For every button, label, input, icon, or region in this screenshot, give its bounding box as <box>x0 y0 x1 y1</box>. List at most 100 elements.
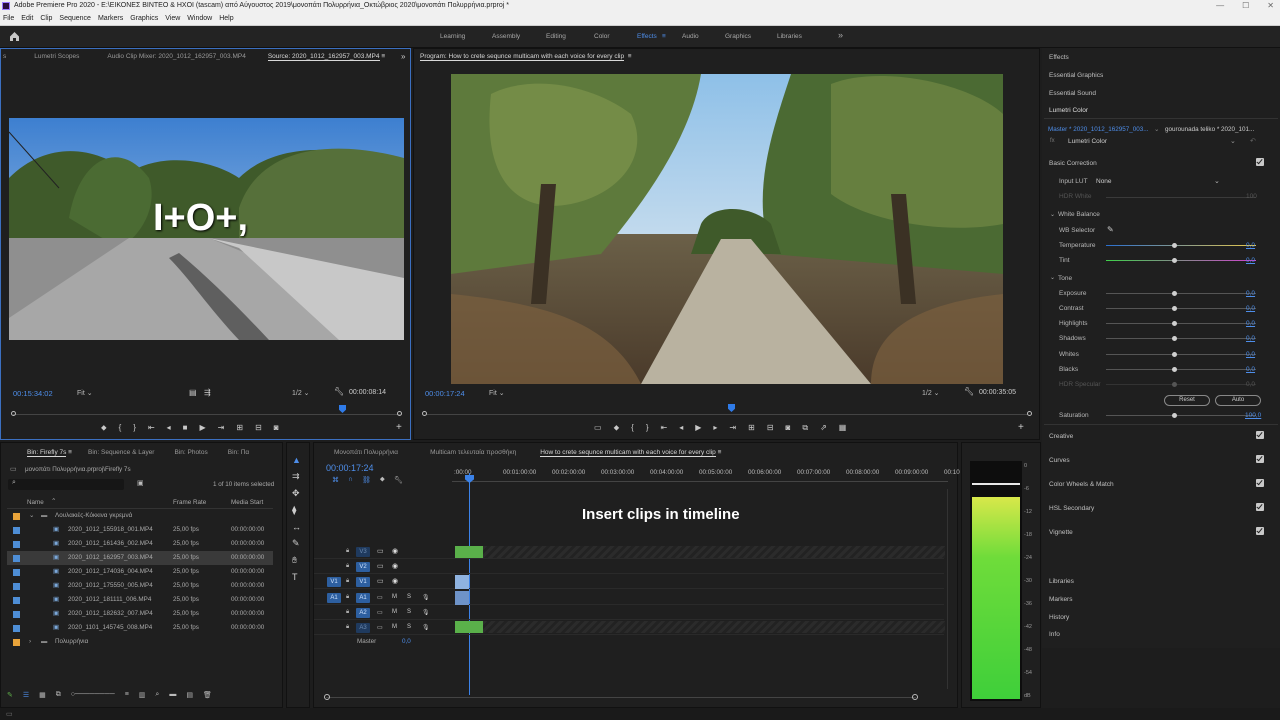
color-wheels-checkbox[interactable] <box>1256 479 1264 487</box>
icon-view-icon[interactable]: ▦ <box>39 691 46 703</box>
voiceover-icon[interactable]: 🎙︎ <box>422 624 430 631</box>
tab-sequence-1[interactable]: Μονοπάτι Πολυρρήνια <box>314 445 406 461</box>
home-icon[interactable] <box>9 31 20 42</box>
program-wrench-icon[interactable]: 🔧︎ <box>964 387 974 396</box>
sync-lock-icon[interactable]: ▭ <box>377 624 383 631</box>
overwrite-icon[interactable]: ⊟ <box>255 423 262 435</box>
new-item-icon[interactable]: ▤ <box>186 691 193 703</box>
project-clip-row[interactable]: ▣ 2020_1012_174036_004.MP4 25,00 fps 00:00:… <box>7 565 273 579</box>
folder-row[interactable]: › ▬ Πολυρρήνια <box>7 635 273 649</box>
tab-bin-partial[interactable]: Bin: Πα <box>216 445 257 461</box>
chevron-down-icon[interactable]: ⌄ <box>29 509 34 523</box>
workspace-color[interactable]: Color <box>594 33 610 40</box>
snap-icon[interactable]: ∩ <box>348 476 353 484</box>
clip-v3[interactable] <box>455 546 483 558</box>
tab-bin-photos[interactable]: Bin: Photos <box>162 445 215 461</box>
empty-track-region[interactable] <box>483 546 945 558</box>
shadows-value[interactable]: 0,0 <box>1246 335 1255 342</box>
program-play-icon[interactable]: ▶ <box>695 423 701 435</box>
tab-bin-sequence[interactable]: Bin: Sequence & Layer <box>80 445 163 461</box>
blacks-slider[interactable] <box>1106 367 1256 372</box>
program-marker-icon[interactable]: ⬥ <box>614 423 620 435</box>
nest-icon[interactable]: ⌘ <box>332 476 339 484</box>
new-folder-icon[interactable]: ▬ <box>169 691 176 703</box>
essential-graphics-item[interactable]: Essential Graphics <box>1049 72 1103 79</box>
sync-lock-icon[interactable]: ▭ <box>377 547 384 555</box>
menu-graphics[interactable]: Graphics <box>130 12 158 25</box>
project-clip-row[interactable]: ▣ 2020_1012_162957_003.MP4 25,00 fps 00:00:… <box>7 551 273 565</box>
mute-icon[interactable]: M <box>392 594 397 600</box>
solo-icon[interactable]: S <box>407 609 411 615</box>
menu-sequence[interactable]: Sequence <box>59 12 91 25</box>
saturation-slider[interactable] <box>1106 413 1256 418</box>
timeline-marker-icon[interactable]: ⬥ <box>380 476 385 484</box>
multicam-icon[interactable]: ▦ <box>839 423 847 435</box>
exposure-value[interactable]: 0,0 <box>1246 290 1255 297</box>
temperature-slider[interactable] <box>1106 243 1256 248</box>
lock-icon[interactable]: 🔒︎ <box>346 594 349 601</box>
curves-checkbox[interactable] <box>1256 455 1264 463</box>
find-icon[interactable]: ⌕ <box>155 691 159 703</box>
tab-partial[interactable]: s <box>1 49 14 65</box>
effects-item[interactable]: Effects <box>1049 54 1069 61</box>
timeline-timecode[interactable]: 00:00:17:24 <box>326 463 374 473</box>
lut-chevron-icon[interactable]: ⌄ <box>1214 177 1220 185</box>
sort-icons-icon[interactable]: ≡ <box>125 691 129 703</box>
highlights-slider[interactable] <box>1106 321 1256 326</box>
workspace-graphics[interactable]: Graphics <box>725 33 751 40</box>
tab-lumetri-scopes[interactable]: Lumetri Scopes <box>14 49 87 65</box>
clip-v1[interactable] <box>455 575 469 589</box>
source-settings-icon[interactable]: ▤ <box>189 388 197 397</box>
more-tabs-icon[interactable]: » <box>401 52 405 61</box>
contrast-slider[interactable] <box>1106 306 1256 311</box>
workspace-editing[interactable]: Editing <box>546 33 566 40</box>
menu-file[interactable]: File <box>3 12 14 25</box>
mute-icon[interactable]: M <box>392 609 397 615</box>
sync-lock-icon[interactable]: ▭ <box>377 594 383 601</box>
program-step-fwd-icon[interactable]: ▸ <box>713 423 717 435</box>
time-ruler[interactable]: :00:00 00:01:00:00 00:02:00:00 00:03:00:00 0… <box>454 469 960 481</box>
col-frame-rate[interactable]: Frame Rate <box>173 499 206 506</box>
menu-view[interactable]: View <box>165 12 180 25</box>
more-workspaces-icon[interactable]: » <box>838 30 843 40</box>
program-scroll-left[interactable] <box>422 411 427 416</box>
lock-icon[interactable]: 🔒︎ <box>346 609 349 616</box>
white-balance-chevron-icon[interactable]: ⌄ <box>1050 211 1055 218</box>
source-scrub-bar[interactable] <box>13 414 401 415</box>
source-add-button-icon[interactable]: + <box>396 422 402 433</box>
color-wheels-section[interactable]: Color Wheels & Match <box>1049 481 1114 488</box>
input-lut-select[interactable]: None <box>1096 178 1112 185</box>
auto-button[interactable]: Auto <box>1215 395 1261 406</box>
lock-icon[interactable]: 🔒︎ <box>346 624 349 631</box>
program-playhead[interactable] <box>728 404 735 412</box>
source-resolution-select[interactable]: 1/2 ⌄ <box>292 389 310 397</box>
slip-icon[interactable]: ↔ <box>292 522 301 532</box>
folder-row[interactable]: ⌄ ▬ Λουλακιές-Κόκκινα γκρεμνά <box>7 509 273 523</box>
highlights-value[interactable]: 0,0 <box>1246 320 1255 327</box>
timeline-scrollbar[interactable] <box>326 697 916 698</box>
hsl-secondary-section[interactable]: HSL Secondary <box>1049 505 1094 512</box>
mute-icon[interactable]: M <box>392 624 397 630</box>
freeform-view-icon[interactable]: ⧉ <box>56 691 61 703</box>
insert-icon[interactable]: ⊞ <box>236 423 243 435</box>
project-clip-row[interactable]: ▣ 2020_1012_182632_007.MP4 25,00 fps 00:00:… <box>7 607 273 621</box>
program-go-out-icon[interactable]: ⇥ <box>729 423 736 435</box>
basic-correction-checkbox[interactable] <box>1256 158 1264 166</box>
workspace-audio[interactable]: Audio <box>682 33 699 40</box>
source-timecode[interactable]: 00:15:34:02 <box>13 389 53 398</box>
project-clip-row[interactable]: ▣ 2020_1012_161436_002.MP4 25,00 fps 00:00:… <box>7 537 273 551</box>
saturation-knob[interactable] <box>1172 413 1177 418</box>
linked-selection-icon[interactable]: ⛓︎ <box>362 476 371 484</box>
vignette-section[interactable]: Vignette <box>1049 529 1073 536</box>
program-timecode[interactable]: 00:00:17:24 <box>425 389 465 398</box>
step-back-icon[interactable]: ◂ <box>167 423 171 435</box>
essential-sound-item[interactable]: Essential Sound <box>1049 90 1096 97</box>
whites-knob[interactable] <box>1172 352 1177 357</box>
source-wrench-icon[interactable]: 🔧︎ <box>334 387 344 396</box>
creative-section[interactable]: Creative <box>1049 433 1073 440</box>
pencil-icon[interactable]: ✎ <box>7 691 13 703</box>
exposure-slider[interactable] <box>1106 291 1256 296</box>
fx-reset-icon[interactable]: ↶ <box>1250 137 1256 145</box>
source-audio-icon[interactable]: ⇶ <box>204 388 211 397</box>
tint-slider[interactable] <box>1106 258 1256 263</box>
